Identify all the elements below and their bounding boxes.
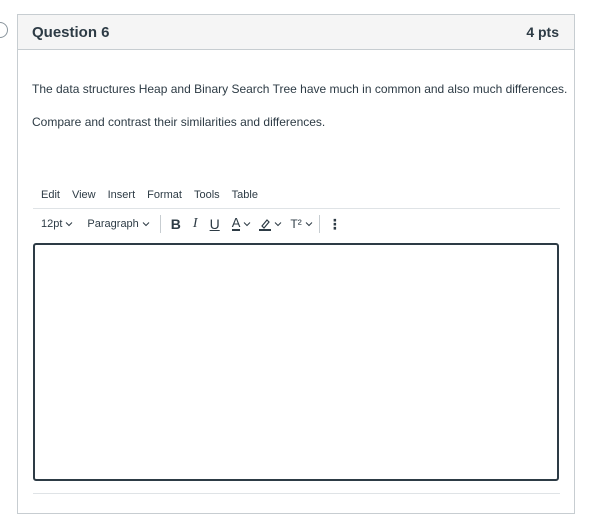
superscript-icon: T²	[290, 217, 302, 231]
toolbar-separator	[318, 215, 320, 233]
bold-button[interactable]: B	[171, 216, 181, 232]
highlight-color-button[interactable]	[259, 218, 282, 231]
underline-button[interactable]: U	[210, 216, 220, 232]
question-flag-icon[interactable]	[0, 22, 8, 38]
italic-button[interactable]: I	[193, 216, 198, 232]
text-color-button[interactable]: A	[231, 215, 252, 231]
editor-toolbar: 12pt Paragraph B I U A T² ⋮	[41, 214, 561, 234]
menu-tools[interactable]: Tools	[194, 189, 220, 201]
question-points: 4 pts	[526, 24, 559, 40]
chevron-down-icon	[244, 222, 251, 227]
block-format-select[interactable]: Paragraph	[87, 218, 150, 230]
block-format-value: Paragraph	[87, 218, 139, 230]
question-header: Question 6 4 pts	[18, 15, 574, 50]
text-color-icon: A	[231, 215, 241, 231]
rich-text-editor-area[interactable]	[33, 243, 559, 481]
chevron-down-icon	[66, 222, 73, 227]
toolbar-divider	[33, 208, 560, 209]
menu-format[interactable]: Format	[147, 189, 182, 201]
question-prompt-line-2: Compare and contrast their similarities …	[32, 115, 326, 129]
menu-edit[interactable]: Edit	[41, 189, 60, 201]
more-options-icon[interactable]: ⋮	[328, 216, 342, 233]
superscript-button[interactable]: T²	[290, 217, 313, 231]
chevron-down-icon	[275, 222, 282, 227]
menu-table[interactable]: Table	[232, 189, 258, 201]
font-size-select[interactable]: 12pt	[41, 218, 73, 230]
chevron-down-icon	[305, 222, 313, 227]
highlighter-icon	[259, 218, 272, 231]
menu-view[interactable]: View	[72, 189, 96, 201]
editor-menubar: Edit View Insert Format Tools Table	[41, 189, 270, 201]
menu-insert[interactable]: Insert	[108, 189, 136, 201]
question-title: Question 6	[32, 23, 110, 41]
font-size-value: 12pt	[41, 218, 63, 230]
question-prompt-line-1: The data structures Heap and Binary Sear…	[32, 82, 568, 96]
toolbar-separator	[159, 215, 161, 233]
chevron-down-icon	[142, 222, 150, 227]
question-card: Question 6 4 pts The data structures Hea…	[17, 14, 575, 514]
